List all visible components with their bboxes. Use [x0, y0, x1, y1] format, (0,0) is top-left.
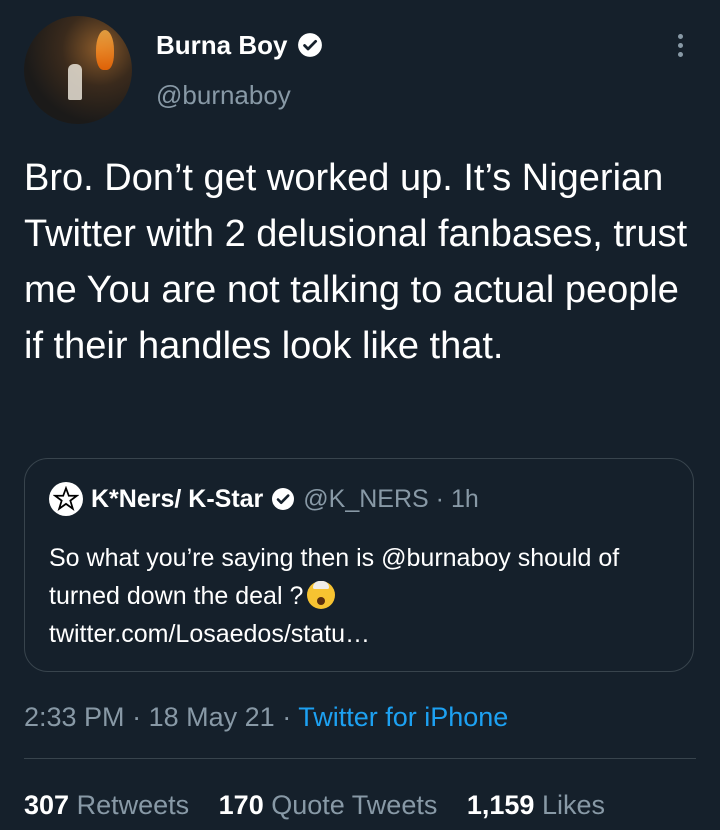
quoted-time-separator: ·	[435, 484, 444, 513]
quoted-author-avatar	[49, 482, 83, 516]
star-logo-icon	[53, 486, 79, 511]
quoted-tweet-link[interactable]: twitter.com/Losaedos/statu…	[49, 620, 370, 648]
quoted-tweet-text: So what you’re saying then is @burnaboy …	[49, 544, 620, 610]
quoted-tweet-header: K*Ners/ K-Star @K_NERS · 1h	[49, 481, 479, 517]
retweets-count: 307	[24, 790, 70, 820]
engagement-stats: 307 Retweets 170 Quote Tweets 1,159 Like…	[24, 788, 627, 822]
more-options-icon[interactable]	[668, 30, 692, 64]
author-name-text: Burna Boy	[156, 30, 288, 60]
quote-tweets-stat[interactable]: 170 Quote Tweets	[219, 790, 438, 820]
likes-count: 1,159	[466, 790, 535, 820]
quoted-verified-badge-icon	[272, 488, 295, 510]
exploding-head-emoji-icon	[307, 581, 336, 609]
tweet-header: Burna Boy @burnaboy	[0, 0, 720, 130]
quoted-tweet-time: 1h	[450, 484, 479, 513]
meta-separator: ·	[132, 702, 142, 732]
tweet-date[interactable]: 18 May 21	[149, 702, 275, 732]
author-avatar[interactable]	[24, 16, 132, 124]
stats-divider	[24, 758, 696, 759]
quote-tweets-label: Quote Tweets	[271, 790, 438, 820]
avatar-flame-detail	[96, 30, 114, 70]
tweet-metadata: 2:33 PM · 18 May 21 · Twitter for iPhone	[24, 700, 508, 734]
avatar-figure-detail	[68, 64, 82, 100]
quote-tweets-count: 170	[218, 790, 264, 820]
retweets-stat[interactable]: 307 Retweets	[24, 790, 189, 820]
tweet-source-link[interactable]: Twitter for iPhone	[298, 702, 508, 732]
tweet-time[interactable]: 2:33 PM	[24, 702, 125, 732]
likes-label: Likes	[541, 790, 605, 820]
retweets-label: Retweets	[76, 790, 190, 820]
tweet-body: Bro. Don’t get worked up. It’s Nigerian …	[24, 157, 688, 367]
verified-badge-icon	[298, 33, 323, 57]
author-display-name[interactable]: Burna Boy	[156, 28, 323, 62]
meta-separator: ·	[282, 702, 292, 732]
author-handle[interactable]: @burnaboy	[156, 78, 291, 112]
likes-stat[interactable]: 1,159 Likes	[467, 790, 605, 820]
quoted-tweet-card[interactable]: K*Ners/ K-Star @K_NERS · 1h So what you’…	[24, 458, 694, 672]
quoted-author-name: K*Ners/ K-Star	[91, 484, 264, 513]
quoted-tweet-body: So what you’re saying then is @burnaboy …	[49, 539, 669, 653]
quoted-author-handle: @K_NERS	[303, 484, 429, 513]
